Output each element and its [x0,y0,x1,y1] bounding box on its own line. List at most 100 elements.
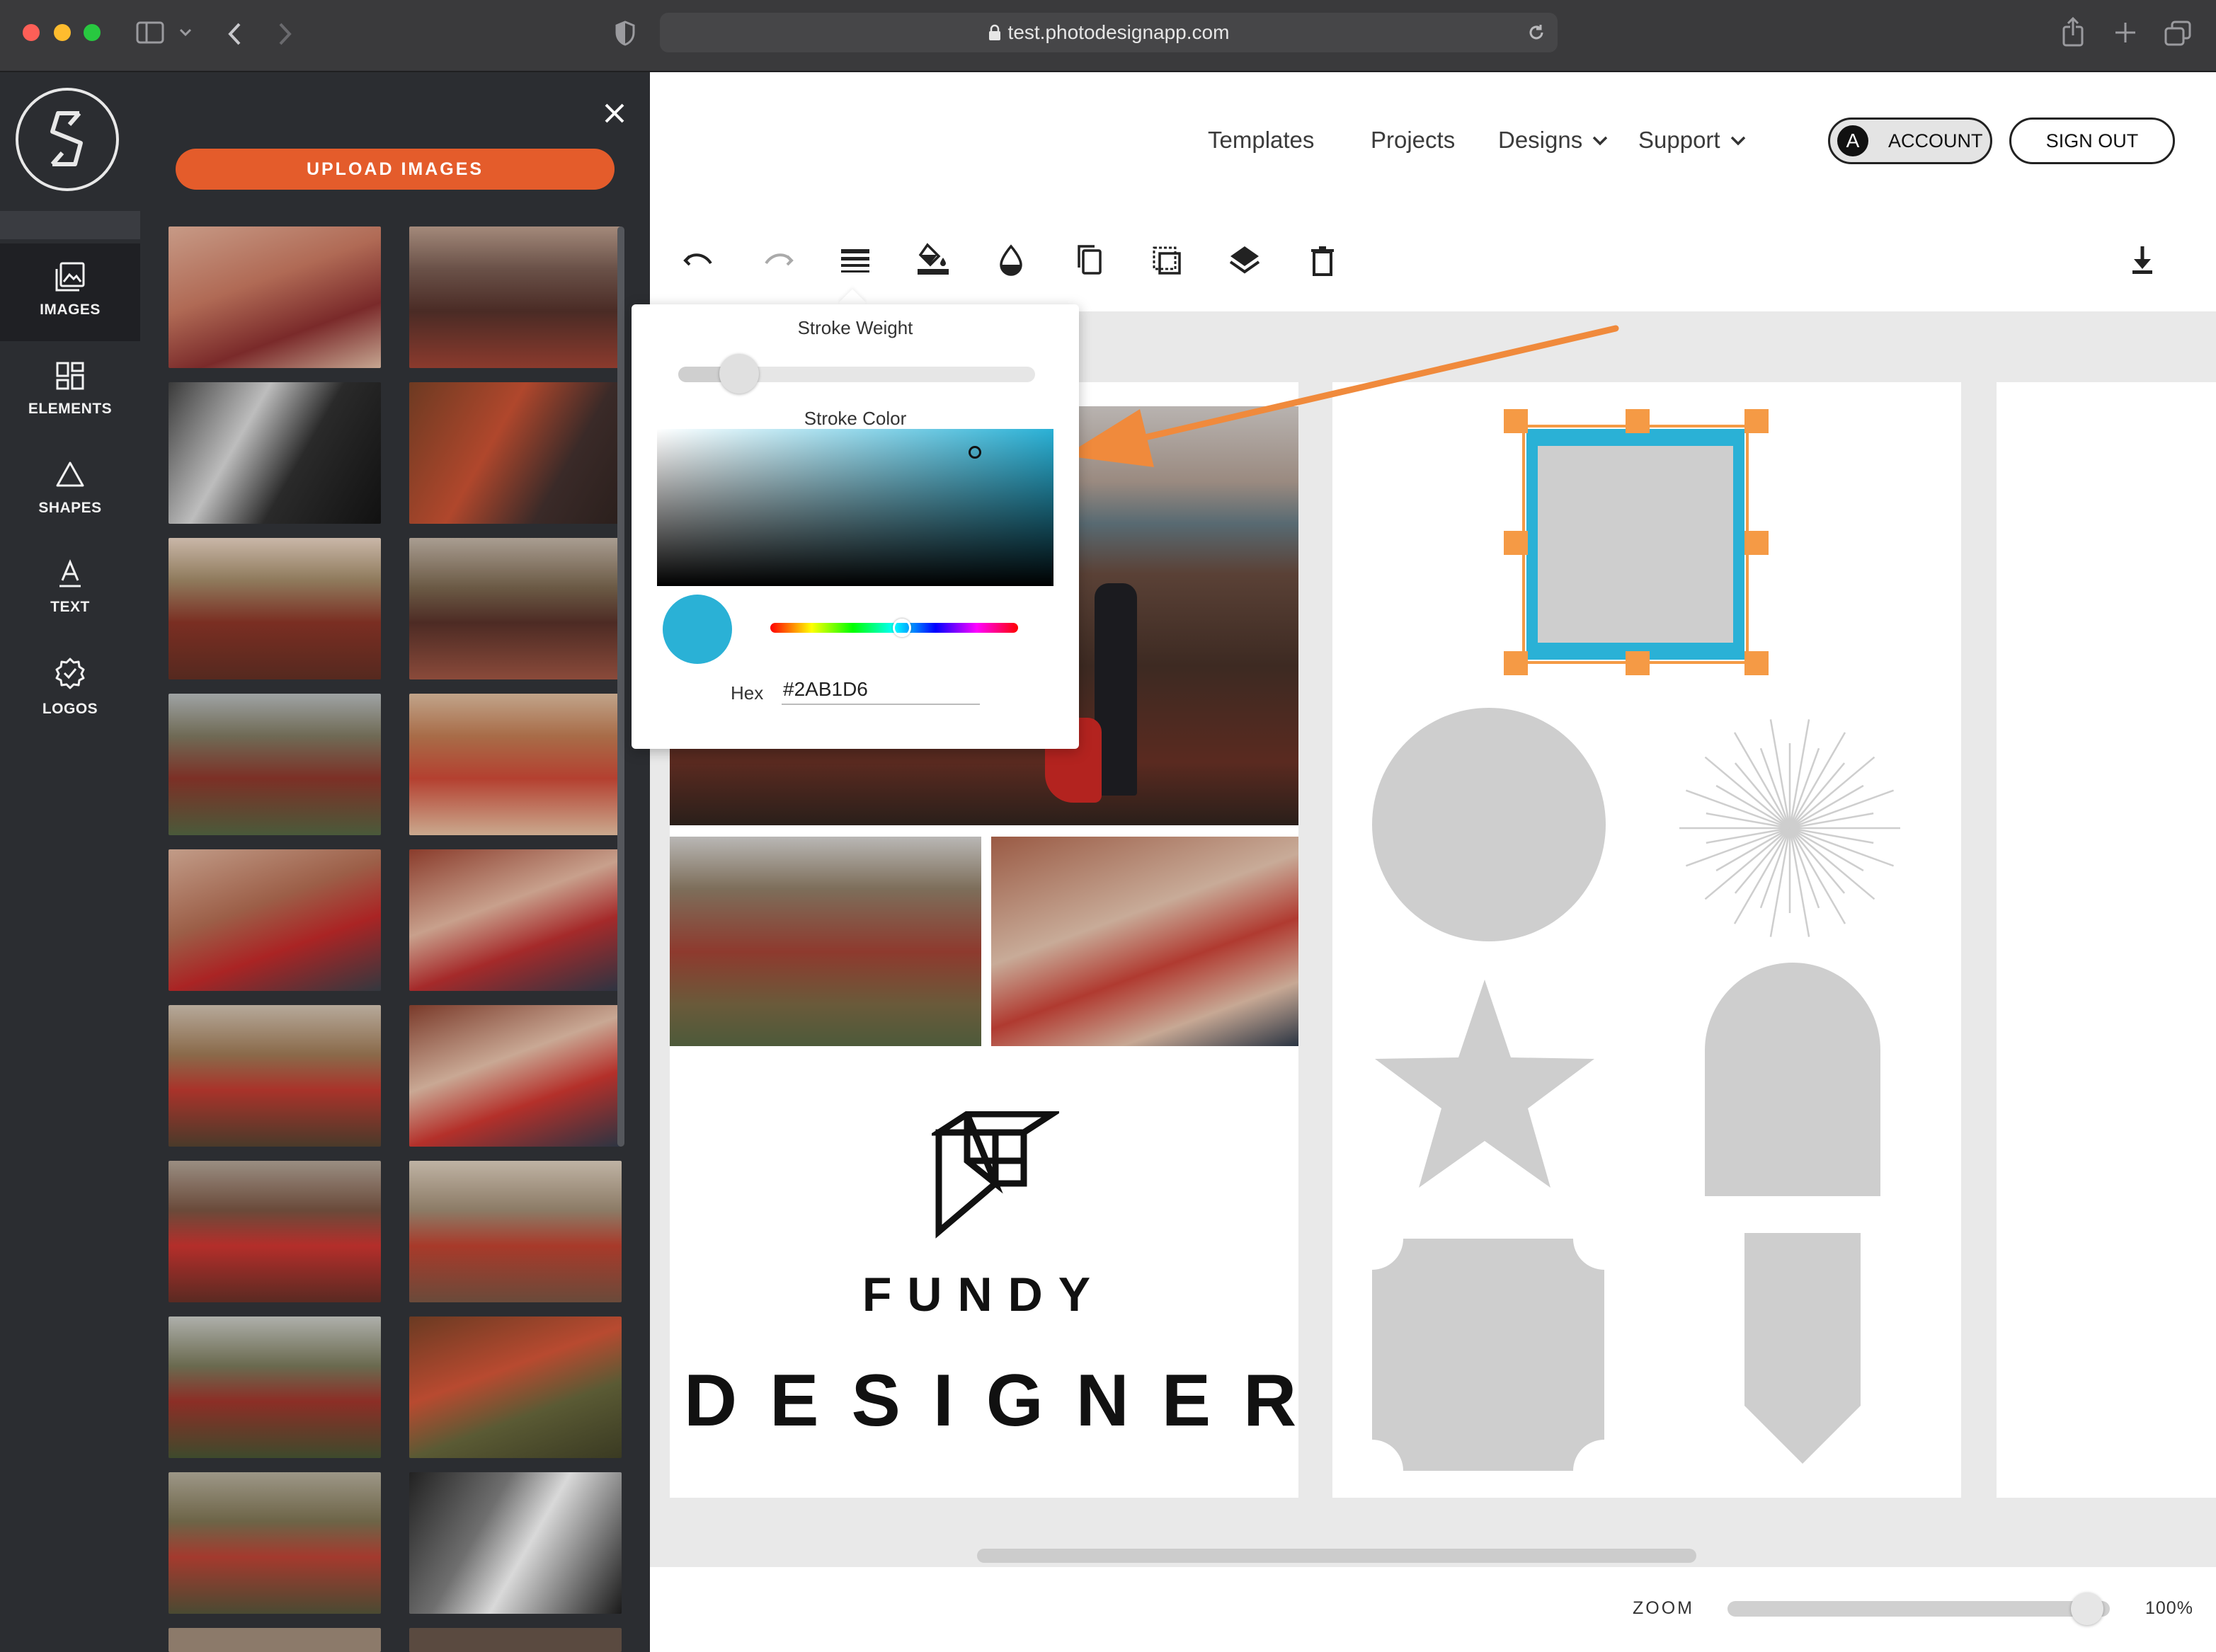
forward-arrow-icon[interactable] [276,20,295,48]
canvas-horizontal-scrollbar[interactable] [977,1549,1696,1563]
avatar: A [1837,125,1868,156]
opacity-drop-icon[interactable] [990,239,1032,282]
color-swatch [663,595,732,664]
account-button[interactable]: A ACCOUNT [1828,117,1992,164]
image-thumbnail[interactable] [169,538,381,679]
undo-icon[interactable] [678,239,721,282]
nav-projects[interactable]: Projects [1371,125,1455,156]
privacy-shield-icon[interactable] [615,20,636,47]
image-thumbnail[interactable] [409,1005,622,1147]
sidebar-item-elements[interactable]: ELEMENTS [0,343,140,440]
bring-forward-icon[interactable] [1146,239,1188,282]
square-frame-inner [1538,446,1733,643]
image-thumbnail[interactable] [169,694,381,835]
resize-handle[interactable] [1504,531,1528,555]
image-thumbnail[interactable] [409,538,622,679]
address-bar[interactable]: test.photodesignapp.com [660,13,1558,52]
header-area [650,72,2216,311]
image-thumbnail[interactable] [409,694,622,835]
design-page-3[interactable] [1997,382,2216,1498]
upload-images-button[interactable]: UPLOAD IMAGES [176,149,615,190]
stroke-weight-knob[interactable] [719,354,759,394]
nav-support[interactable]: Support [1638,125,1747,156]
resize-handle[interactable] [1744,409,1769,433]
layout-photo-small-right[interactable] [991,837,1298,1046]
image-thumbnail[interactable] [169,1628,381,1652]
layers-icon[interactable] [1223,239,1266,282]
layout-photo-small-left[interactable] [670,837,981,1046]
close-icon [605,103,624,123]
sidebar-toggle-icon[interactable] [136,21,166,45]
annotation-arrow-icon [1065,325,1619,467]
canvas-logo-line1[interactable]: FUNDY [670,1267,1298,1322]
image-thumbnail[interactable] [409,1161,622,1302]
minimize-window-button[interactable] [54,24,71,41]
url-text: test.photodesignapp.com [1007,21,1230,43]
nav-designs-label: Designs [1498,127,1583,153]
stroke-weight-icon[interactable] [834,239,876,282]
nav-designs[interactable]: Designs [1498,125,1609,156]
close-panel-button[interactable] [600,99,629,127]
image-thumbnail[interactable] [169,1317,381,1458]
sidebar-item-logos[interactable]: LOGOS [0,640,140,738]
resize-handle[interactable] [1626,651,1650,675]
hex-input[interactable] [782,675,980,705]
image-thumbnail[interactable] [409,382,622,524]
app-logo[interactable] [16,88,119,191]
hue-slider-knob[interactable] [892,619,911,637]
tab-overview-icon[interactable] [2164,20,2192,47]
image-thumbnail[interactable] [409,226,622,368]
fundy-cube-logo-icon [932,1111,1059,1239]
canvas-logo-line2[interactable]: DESIGNER [670,1359,1298,1443]
duplicate-icon[interactable] [1068,239,1110,282]
rail-divider [0,211,140,239]
zoom-value: 100% [2145,1598,2193,1618]
browser-toolbar: test.photodesignapp.com [0,0,2216,72]
image-thumbnail[interactable] [409,1317,622,1458]
resize-handle[interactable] [1504,651,1528,675]
sidebar-item-label: TEXT [50,599,90,615]
zoom-window-button[interactable] [84,24,101,41]
share-icon[interactable] [2062,17,2084,47]
star-shape[interactable] [1372,977,1597,1191]
panel-scrollbar[interactable] [617,226,624,1147]
fill-color-icon[interactable] [912,239,954,282]
back-arrow-icon[interactable] [225,20,244,48]
image-thumbnail[interactable] [409,1472,622,1614]
resize-handle[interactable] [1744,531,1769,555]
download-icon[interactable] [2121,239,2164,282]
chevron-down-icon[interactable] [178,27,193,38]
image-thumbnail[interactable] [169,1161,381,1302]
image-thumbnail[interactable] [169,226,381,368]
nav-support-label: Support [1638,127,1720,153]
zoom-slider-knob[interactable] [2070,1593,2103,1625]
image-thumbnail[interactable] [409,1628,622,1652]
image-thumbnail[interactable] [169,849,381,991]
color-saturation-picker[interactable] [657,429,1053,586]
zoom-slider[interactable] [1727,1601,2110,1617]
color-picker-cursor[interactable] [969,446,981,459]
new-tab-icon[interactable] [2113,20,2138,45]
nav-templates[interactable]: Templates [1208,125,1314,156]
starburst-shape[interactable] [1678,715,1902,941]
delete-icon[interactable] [1301,239,1344,282]
sidebar-item-images[interactable]: IMAGES [0,243,140,341]
image-thumbnail[interactable] [169,382,381,524]
triangle-icon [56,461,84,487]
stroke-popover: Stroke Weight Stroke Color Hex [632,304,1079,749]
pennant-shape[interactable] [1743,1232,1862,1465]
ticket-shape[interactable] [1371,1237,1606,1472]
sidebar-item-shapes[interactable]: SHAPES [0,442,140,539]
close-window-button[interactable] [23,24,40,41]
circle-shape[interactable] [1372,708,1606,941]
resize-handle[interactable] [1744,651,1769,675]
image-thumbnail[interactable] [409,849,622,991]
image-thumbnail[interactable] [169,1472,381,1614]
sign-out-button[interactable]: SIGN OUT [2009,117,2175,164]
image-thumbnail[interactable] [169,1005,381,1147]
redo-icon[interactable] [756,239,799,282]
resize-handle[interactable] [1626,409,1650,433]
sidebar-item-text[interactable]: TEXT [0,541,140,638]
arch-shape[interactable] [1705,963,1880,1196]
reload-icon[interactable] [1526,23,1546,42]
